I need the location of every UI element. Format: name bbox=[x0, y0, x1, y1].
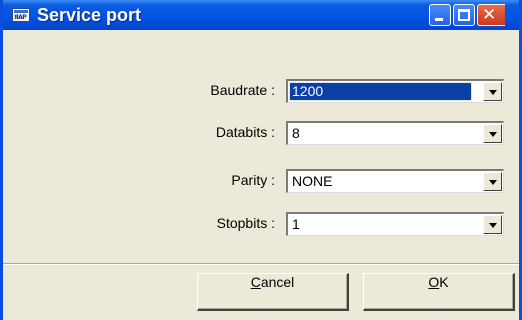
baudrate-value: 1200 bbox=[289, 82, 472, 101]
baudrate-select[interactable]: 1200 bbox=[286, 79, 504, 103]
window-title: Service port bbox=[37, 5, 142, 25]
minimize-icon bbox=[435, 18, 443, 21]
service-port-dialog: ЯAP Service port ✕ Baudrate : 1200 Datab… bbox=[0, 0, 522, 320]
stopbits-dropdown-button[interactable] bbox=[483, 215, 502, 234]
close-button[interactable]: ✕ bbox=[477, 4, 505, 26]
databits-dropdown-button[interactable] bbox=[483, 124, 502, 143]
databits-label: Databits : bbox=[215, 124, 275, 140]
cancel-button[interactable]: Cancel bbox=[197, 273, 349, 311]
parity-label: Parity : bbox=[231, 172, 275, 188]
stopbits-label: Stopbits : bbox=[216, 215, 275, 231]
chevron-down-icon bbox=[489, 180, 497, 185]
databits-select[interactable]: 8 bbox=[286, 121, 504, 145]
parity-dropdown-button[interactable] bbox=[483, 172, 502, 191]
parity-select[interactable]: NONE bbox=[286, 169, 504, 193]
baudrate-dropdown-button[interactable] bbox=[483, 82, 502, 101]
maximize-button[interactable] bbox=[453, 4, 475, 26]
ok-button[interactable]: OK bbox=[363, 273, 515, 311]
app-icon: ЯAP bbox=[12, 8, 30, 22]
baudrate-label: Baudrate : bbox=[210, 82, 275, 98]
stopbits-value: 1 bbox=[292, 216, 300, 232]
stopbits-select[interactable]: 1 bbox=[286, 212, 504, 236]
chevron-down-icon bbox=[489, 223, 497, 228]
chevron-down-icon bbox=[489, 132, 497, 137]
close-icon: ✕ bbox=[482, 5, 497, 25]
databits-value: 8 bbox=[292, 125, 300, 141]
parity-value: NONE bbox=[292, 173, 333, 189]
chevron-down-icon bbox=[489, 90, 497, 95]
title-bar[interactable]: ЯAP Service port ✕ bbox=[3, 0, 519, 30]
maximize-icon bbox=[458, 9, 470, 21]
minimize-button[interactable] bbox=[429, 4, 451, 26]
